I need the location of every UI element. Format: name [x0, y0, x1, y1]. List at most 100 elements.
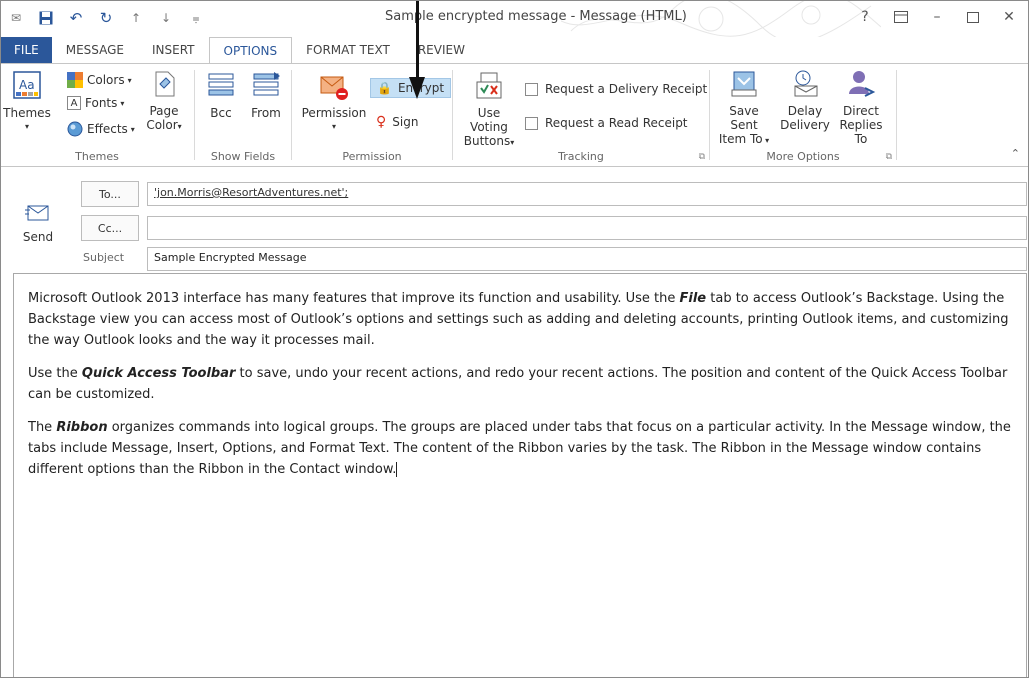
- more-options-group: Save Sent Item To ▾ Delay Delivery Direc…: [710, 64, 896, 166]
- body-emphasis: Ribbon: [56, 420, 108, 435]
- send-label: Send: [22, 230, 54, 244]
- voting-label-1: Use Voting: [470, 106, 508, 134]
- cc-field[interactable]: [147, 216, 1027, 240]
- message-body[interactable]: Microsoft Outlook 2013 interface has man…: [13, 273, 1027, 677]
- colors-dropdown-icon: ▾: [127, 75, 132, 85]
- bcc-button[interactable]: Bcc: [203, 70, 239, 120]
- close-icon[interactable]: ✕: [998, 7, 1020, 27]
- fonts-button[interactable]: A Fonts ▾: [67, 96, 124, 110]
- to-recipient[interactable]: 'jon.Morris@ResortAdventures.net';: [154, 186, 348, 199]
- permission-button[interactable]: Permission ▾: [298, 70, 370, 134]
- tab-format-text[interactable]: FORMAT TEXT: [292, 37, 404, 63]
- delivery-receipt-label: Request a Delivery Receipt: [545, 82, 708, 96]
- save-sent-icon: [731, 71, 757, 97]
- window-controls: ? – ✕: [854, 7, 1020, 27]
- body-text: organizes commands into logical groups. …: [28, 420, 1011, 477]
- minimize-icon[interactable]: –: [926, 7, 948, 27]
- show-fields-group: Bcc From Show Fields: [195, 64, 291, 166]
- delay-delivery-button[interactable]: Delay Delivery: [780, 68, 830, 132]
- effects-button[interactable]: Effects ▾: [67, 121, 135, 137]
- from-button[interactable]: From: [247, 70, 285, 120]
- checkbox-icon: [525, 116, 538, 130]
- send-icon: [25, 205, 49, 221]
- ribbon: Aa Themes ▾ Colors▾ A Fonts▾ Effects▾: [1, 63, 1028, 167]
- use-voting-buttons[interactable]: Use Voting Buttons▾: [457, 70, 521, 150]
- themes-icon: Aa: [13, 71, 41, 99]
- save-sent-item-button[interactable]: Save Sent Item To ▾: [714, 68, 774, 148]
- window-title: Sample encrypted message - Message (HTML…: [385, 9, 687, 24]
- body-paragraph-1: Microsoft Outlook 2013 interface has man…: [28, 288, 1012, 351]
- undo-icon[interactable]: ↶: [67, 9, 85, 27]
- body-text: The: [28, 420, 57, 435]
- tracking-group-label: Tracking: [558, 150, 604, 163]
- page-color-dropdown-icon: ▾: [177, 122, 182, 131]
- fonts-dropdown-icon: ▾: [120, 98, 125, 108]
- body-text: Microsoft Outlook 2013 interface has man…: [28, 291, 680, 306]
- permission-group-label: Permission: [342, 150, 402, 163]
- body-text: Use the: [28, 366, 82, 381]
- sign-button[interactable]: ♀ Sign: [376, 114, 418, 130]
- dialog-launcher-icon[interactable]: ⧉: [699, 152, 705, 162]
- colors-label: Colors: [87, 73, 125, 87]
- customize-qat-icon[interactable]: ⩦: [187, 9, 205, 27]
- send-button[interactable]: Send: [13, 187, 63, 259]
- body-paragraph-3: The Ribbon organizes commands into logic…: [28, 417, 1012, 480]
- permission-dropdown-icon: ▾: [331, 122, 336, 131]
- direct-replies-button[interactable]: Direct Replies To: [832, 68, 890, 146]
- colors-button[interactable]: Colors ▾: [67, 72, 132, 88]
- themes-dropdown-icon: ▾: [24, 122, 29, 131]
- save-icon[interactable]: [37, 9, 55, 27]
- read-receipt-checkbox[interactable]: Request a Read Receipt: [525, 116, 688, 130]
- page-color-label-2: Color: [146, 118, 178, 132]
- dialog-launcher-icon[interactable]: ⧉: [886, 152, 892, 162]
- body-emphasis: File: [679, 291, 707, 306]
- outlook-message-window: ✉ ↶ ↻ ↑ ↓ ⩦ Sample encrypted message - M…: [0, 0, 1029, 678]
- colors-icon: [67, 72, 83, 88]
- delivery-receipt-checkbox[interactable]: Request a Delivery Receipt: [525, 82, 707, 96]
- to-button[interactable]: To...: [81, 181, 139, 207]
- save-sent-label-2: Item To: [718, 132, 763, 146]
- effects-dropdown-icon: ▾: [130, 124, 135, 134]
- previous-item-icon[interactable]: ↑: [127, 9, 145, 27]
- message-icon[interactable]: ✉: [7, 9, 25, 27]
- subject-label: Subject: [83, 251, 125, 264]
- page-color-label-1: Page: [149, 104, 179, 118]
- fonts-icon: A: [67, 96, 81, 110]
- ribbon-display-options-icon[interactable]: [890, 7, 912, 27]
- voting-icon: [476, 72, 502, 99]
- svg-text:Aa: Aa: [19, 78, 35, 92]
- direct-label-1: Direct: [843, 104, 879, 118]
- to-field[interactable]: 'jon.Morris@ResortAdventures.net';: [147, 182, 1027, 206]
- tab-message[interactable]: MESSAGE: [52, 37, 138, 63]
- checkbox-icon: [525, 82, 538, 96]
- from-icon: [253, 72, 280, 96]
- tab-options[interactable]: OPTIONS: [208, 37, 293, 64]
- tab-insert[interactable]: INSERT: [138, 37, 209, 63]
- title-bar: ✉ ↶ ↻ ↑ ↓ ⩦ Sample encrypted message - M…: [1, 1, 1028, 37]
- direct-label-2: Replies To: [839, 118, 883, 146]
- voting-label-2: Buttons: [463, 134, 511, 148]
- page-color-icon: [155, 71, 175, 97]
- cc-button[interactable]: Cc...: [81, 215, 139, 241]
- direct-replies-icon: [849, 71, 876, 97]
- sign-label: Sign: [392, 115, 419, 129]
- maximize-icon[interactable]: [962, 7, 984, 27]
- help-icon[interactable]: ?: [854, 7, 876, 27]
- redo-icon[interactable]: ↻: [97, 9, 115, 27]
- subject-field[interactable]: Sample Encrypted Message: [147, 247, 1027, 271]
- fonts-label: Fonts: [85, 96, 118, 110]
- voting-dropdown-icon: ▾: [510, 138, 515, 147]
- body-emphasis: Quick Access Toolbar: [81, 366, 236, 381]
- themes-group-label: Themes: [75, 150, 119, 163]
- next-item-icon[interactable]: ↓: [157, 9, 175, 27]
- quick-access-toolbar: ✉ ↶ ↻ ↑ ↓ ⩦: [7, 9, 205, 27]
- permission-icon: [320, 76, 348, 100]
- bcc-label: Bcc: [210, 106, 232, 120]
- themes-button[interactable]: Aa Themes ▾: [3, 70, 51, 134]
- save-sent-dropdown-icon: ▾: [762, 136, 770, 145]
- body-paragraph-2: Use the Quick Access Toolbar to save, un…: [28, 363, 1012, 405]
- tab-file[interactable]: FILE: [1, 37, 52, 63]
- page-color-button[interactable]: Page Color▾: [143, 68, 185, 134]
- collapse-ribbon-icon[interactable]: ⌃: [1011, 147, 1020, 160]
- tracking-group: Use Voting Buttons▾ Request a Delivery R…: [453, 64, 709, 166]
